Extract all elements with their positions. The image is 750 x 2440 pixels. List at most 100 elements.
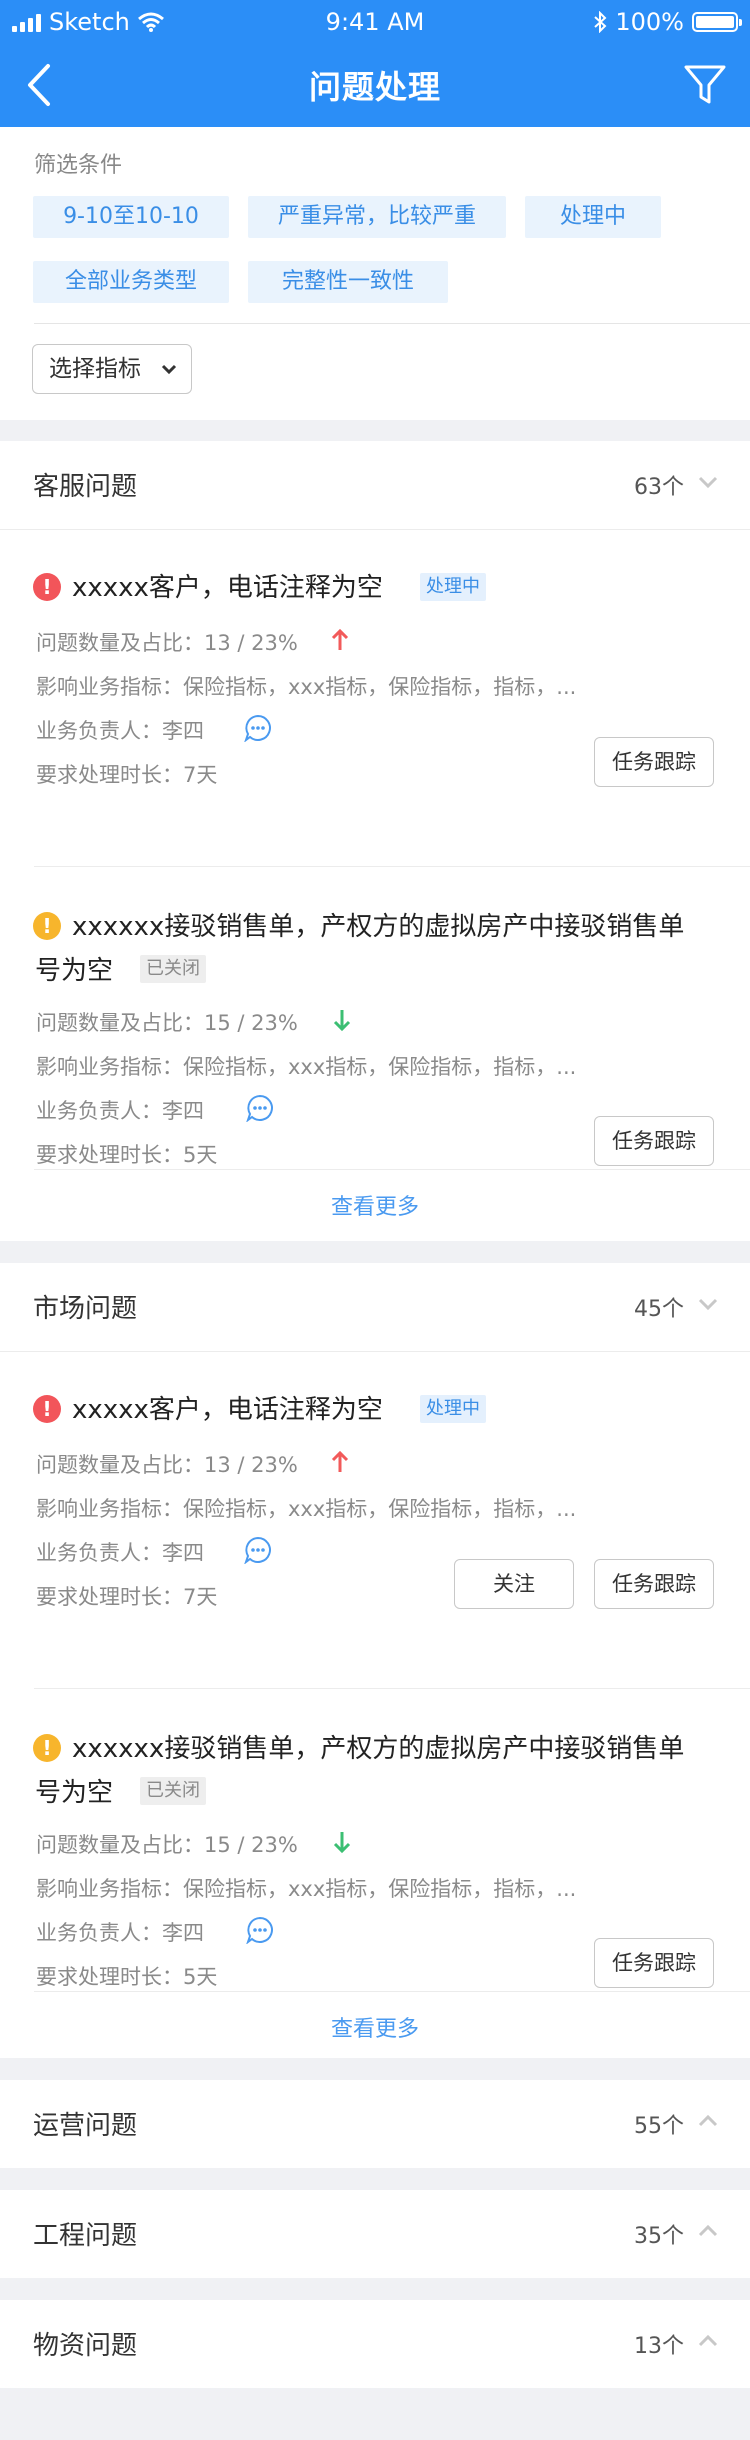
chat-icon[interactable]: [246, 1094, 274, 1122]
duration-label: 要求处理时长：: [36, 763, 183, 787]
ratio-value: 13 / 23%: [204, 631, 298, 655]
owner-label: 业务负责人：: [36, 1921, 162, 1945]
section-market: 市场问题 45个 ! xxxxx客户，电话注释为空 处理中 问题数量及占比：13…: [0, 1263, 750, 2058]
task-track-button[interactable]: 任务跟踪: [594, 1559, 714, 1609]
duration-value: 5天: [183, 1143, 218, 1167]
issue-title: xxxxxx接驳销售单，产权方的虚拟房产中接驳销售单: [72, 912, 685, 942]
arrow-down-icon: [333, 1010, 351, 1032]
ratio-value: 15 / 23%: [204, 1011, 298, 1035]
view-more-link[interactable]: 查看更多: [0, 1189, 750, 1221]
task-track-button[interactable]: 任务跟踪: [594, 737, 714, 787]
issue-metrics-row: 影响业务指标：保险指标，xxx指标，保险指标，指标，...: [36, 1873, 576, 1903]
issue-duration-row: 要求处理时长：7天: [36, 1581, 217, 1611]
section-header[interactable]: 物资问题 13个: [0, 2300, 750, 2388]
bluetooth-icon: [594, 11, 607, 33]
caret-down-icon: [161, 364, 177, 375]
divider: [34, 1169, 750, 1170]
issue-title: xxxxx客户，电话注释为空: [72, 1395, 383, 1425]
alert-icon: !: [33, 573, 61, 601]
section-title: 工程问题: [33, 2221, 138, 2251]
divider: [34, 866, 750, 867]
select-metric-button[interactable]: 选择指标: [32, 344, 192, 394]
owner-label: 业务负责人：: [36, 1099, 162, 1123]
issue-ratio-row: 问题数量及占比：13 / 23%: [36, 1449, 298, 1479]
filter-label: 筛选条件: [34, 153, 123, 178]
ratio-label: 问题数量及占比：: [36, 631, 204, 655]
metrics-label: 影响业务指标：: [36, 675, 183, 699]
issue-card: ! xxxxxx接驳销售单，产权方的虚拟房产中接驳销售单 号为空 已关闭 问题数…: [0, 1690, 750, 2000]
section-header[interactable]: 客服问题 63个: [0, 441, 750, 529]
section-header[interactable]: 运营问题 55个: [0, 2080, 750, 2168]
owner-value: 李四: [162, 719, 204, 743]
duration-value: 5天: [183, 1965, 218, 1989]
section-operations: 运营问题 55个: [0, 2080, 750, 2168]
select-metric-label: 选择指标: [49, 356, 141, 382]
issue-duration-row: 要求处理时长：7天: [36, 759, 217, 789]
task-track-button[interactable]: 任务跟踪: [594, 1116, 714, 1166]
arrow-up-icon: [331, 628, 349, 650]
section-title: 客服问题: [33, 472, 138, 502]
issue-card: ! xxxxx客户，电话注释为空 处理中 问题数量及占比：13 / 23% 影响…: [0, 1352, 750, 1689]
ratio-value: 15 / 23%: [204, 1833, 298, 1857]
view-more-link[interactable]: 查看更多: [0, 2011, 750, 2043]
divider: [34, 323, 750, 324]
ratio-label: 问题数量及占比：: [36, 1011, 204, 1035]
follow-button[interactable]: 关注: [454, 1559, 574, 1609]
status-bar: Sketch 9:41 AM 100%: [0, 0, 750, 44]
chat-icon[interactable]: [244, 714, 272, 742]
issue-title: xxxxx客户，电话注释为空: [72, 573, 383, 603]
section-header[interactable]: 工程问题 35个: [0, 2190, 750, 2278]
divider: [34, 1991, 750, 1992]
filter-tag-date[interactable]: 9-10至10-10: [33, 196, 229, 238]
issue-duration-row: 要求处理时长：5天: [36, 1139, 217, 1169]
section-count: 13个: [634, 2334, 684, 2359]
section-materials: 物资问题 13个: [0, 2300, 750, 2388]
filter-icon[interactable]: [682, 62, 728, 108]
filter-tag-status[interactable]: 处理中: [525, 196, 661, 238]
issue-owner-row: 业务负责人：李四: [36, 1917, 204, 1947]
chevron-up-icon: [698, 2224, 718, 2237]
arrow-down-icon: [333, 1832, 351, 1854]
battery-percent: 100%: [615, 8, 684, 36]
section-count: 63个: [634, 475, 684, 500]
metrics-label: 影响业务指标：: [36, 1877, 183, 1901]
issue-duration-row: 要求处理时长：5天: [36, 1961, 217, 1991]
owner-label: 业务负责人：: [36, 1541, 162, 1565]
alert-icon: !: [33, 1734, 61, 1762]
issue-owner-row: 业务负责人：李四: [36, 715, 204, 745]
issue-ratio-row: 问题数量及占比：15 / 23%: [36, 1007, 298, 1037]
section-customer-service: 客服问题 63个 ! xxxxx客户，电话注释为空 处理中 问题数量及占比：13…: [0, 441, 750, 1241]
filter-tag-integrity[interactable]: 完整性一致性: [248, 261, 448, 303]
owner-value: 李四: [162, 1099, 204, 1123]
filter-tag-business-type[interactable]: 全部业务类型: [33, 261, 229, 303]
page-title: 问题处理: [308, 68, 441, 106]
section-count: 35个: [634, 2224, 684, 2249]
ratio-label: 问题数量及占比：: [36, 1833, 204, 1857]
metrics-value: 保险指标，xxx指标，保险指标，指标，...: [183, 1497, 577, 1521]
section-count: 55个: [634, 2114, 684, 2139]
metrics-label: 影响业务指标：: [36, 1497, 183, 1521]
nav-bar: 问题处理: [0, 44, 750, 127]
chat-icon[interactable]: [246, 1916, 274, 1944]
issue-card: ! xxxxxx接驳销售单，产权方的虚拟房产中接驳销售单 号为空 已关闭 问题数…: [0, 868, 750, 1178]
status-badge: 已关闭: [140, 1777, 206, 1805]
chevron-up-icon: [698, 2334, 718, 2347]
section-count: 45个: [634, 1297, 684, 1322]
issue-card: ! xxxxx客户，电话注释为空 处理中 问题数量及占比：13 / 23% 影响…: [0, 530, 750, 867]
issue-metrics-row: 影响业务指标：保险指标，xxx指标，保险指标，指标，...: [36, 1493, 576, 1523]
ratio-value: 13 / 23%: [204, 1453, 298, 1477]
issue-metrics-row: 影响业务指标：保险指标，xxx指标，保险指标，指标，...: [36, 1051, 576, 1081]
chat-icon[interactable]: [244, 1536, 272, 1564]
duration-label: 要求处理时长：: [36, 1965, 183, 1989]
chevron-up-icon: [698, 2114, 718, 2127]
ratio-label: 问题数量及占比：: [36, 1453, 204, 1477]
duration-value: 7天: [183, 763, 218, 787]
metrics-value: 保险指标，xxx指标，保险指标，指标，...: [183, 1055, 577, 1079]
filter-tag-severity[interactable]: 严重异常，比较严重: [248, 196, 506, 238]
issue-ratio-row: 问题数量及占比：15 / 23%: [36, 1829, 298, 1859]
app-header: Sketch 9:41 AM 100% 问题处理: [0, 0, 750, 127]
task-track-button[interactable]: 任务跟踪: [594, 1938, 714, 1988]
duration-label: 要求处理时长：: [36, 1143, 183, 1167]
section-header[interactable]: 市场问题 45个: [0, 1263, 750, 1351]
chevron-down-icon: [698, 1298, 718, 1311]
